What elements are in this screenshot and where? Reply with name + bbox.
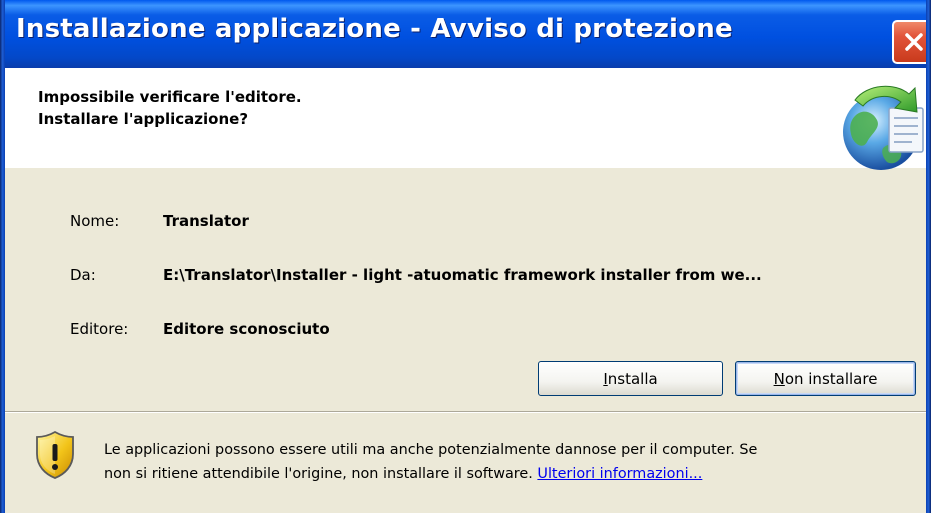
title-bar[interactable]: Installazione applicazione - Avviso di p…: [0, 0, 931, 68]
header-message: Impossibile verificare l'editore.: [38, 88, 302, 106]
window-title: Installazione applicazione - Avviso di p…: [16, 14, 733, 44]
warning-line-2-text: non si ritiene attendibile l'origine, no…: [104, 466, 538, 482]
globe-icon: [843, 85, 924, 170]
publisher-label: Editore:: [70, 320, 129, 338]
dont-install-button-label: Non installare: [774, 370, 878, 388]
from-row: Da: E:\Translator\Installer - light -atu…: [0, 266, 931, 288]
window-border-left: [0, 0, 5, 513]
install-label-rest: nstalla: [607, 369, 658, 388]
publisher-value: Editore sconosciuto: [163, 320, 330, 338]
more-info-link[interactable]: Ulteriori informazioni...: [537, 466, 702, 482]
separator: [5, 411, 926, 413]
publisher-row: Editore: Editore sconosciuto: [0, 320, 931, 342]
close-icon: [905, 33, 923, 51]
warning-shield-icon: [36, 430, 74, 479]
header-question: Installare l'applicazione?: [38, 110, 249, 128]
name-row: Nome: Translator: [0, 212, 931, 234]
warning-message: Le applicazioni possono essere utili ma …: [104, 438, 914, 486]
from-value: E:\Translator\Installer - light -atuomat…: [163, 266, 762, 284]
dont-install-button[interactable]: Non installare: [735, 361, 916, 396]
name-label: Nome:: [70, 212, 120, 230]
warning-line-1: Le applicazioni possono essere utili ma …: [104, 442, 758, 458]
header-panel: Impossibile verificare l'editore. Instal…: [5, 68, 926, 170]
dont-install-label-rest: on installare: [784, 369, 878, 388]
security-warning-dialog: Installazione applicazione - Avviso di p…: [0, 0, 931, 513]
install-button-label: Installa: [603, 370, 657, 388]
window-border-right: [926, 0, 931, 513]
dont-install-accelerator: N: [773, 369, 785, 388]
from-label: Da:: [70, 266, 96, 284]
name-value: Translator: [163, 212, 249, 230]
warning-line-2: non si ritiene attendibile l'origine, no…: [104, 462, 914, 486]
install-button[interactable]: Installa: [538, 361, 723, 396]
